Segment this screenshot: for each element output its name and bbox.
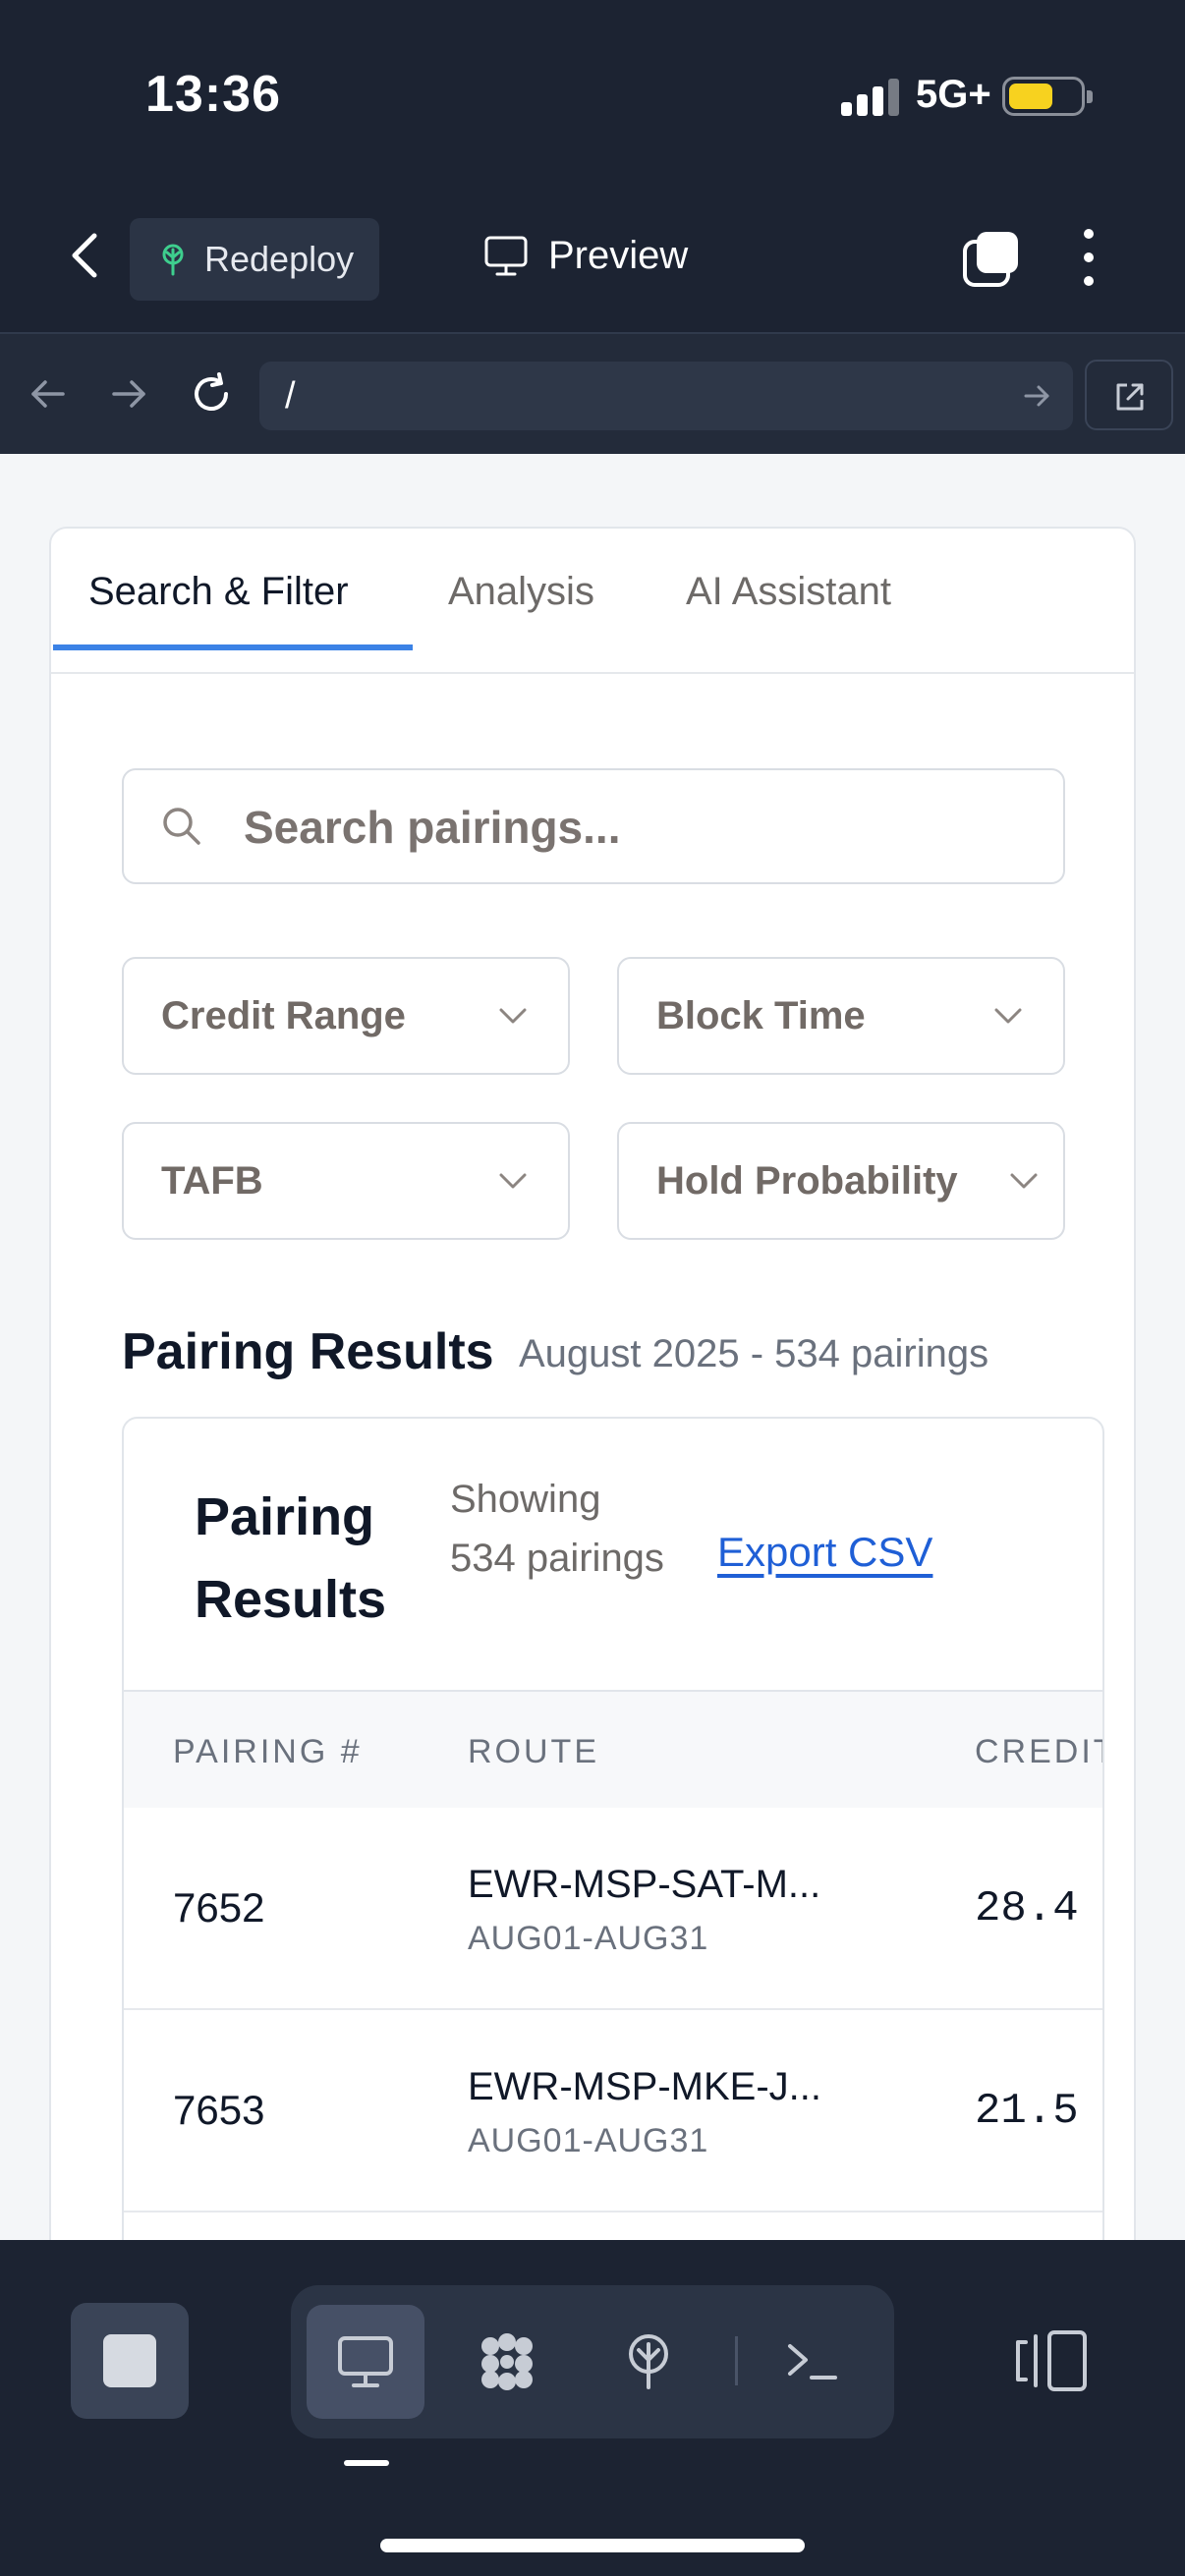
- results-table-card: Pairing Results Showing 534 pairings Exp…: [122, 1417, 1104, 2240]
- table-card-title: Pairing Results: [195, 1487, 387, 1629]
- browser-bar: /: [0, 332, 1185, 454]
- chevron-down-icon: [499, 1173, 527, 1189]
- view-switcher: [291, 2285, 894, 2438]
- results-heading: Pairing Results: [122, 1323, 494, 1380]
- back-chevron-icon[interactable]: [57, 226, 116, 285]
- agents-view-button[interactable]: [448, 2305, 566, 2419]
- pairing-number: 7652: [173, 1884, 265, 1931]
- search-box[interactable]: [122, 768, 1065, 884]
- hold-probability-dropdown[interactable]: Hold Probability: [617, 1122, 1065, 1240]
- external-link-icon: [1116, 383, 1144, 411]
- pairing-route: EWR-MSP-MKE-J...: [468, 2065, 821, 2108]
- tab-ai-assistant[interactable]: AI Assistant: [686, 570, 891, 614]
- table-header: PAIRING # ROUTE CREDIT: [124, 1690, 1102, 1808]
- signal-icon: [841, 77, 900, 116]
- deploy-tree-icon: [162, 244, 184, 276]
- deploy-tree-icon: [629, 2334, 668, 2389]
- nav-back-arrow-icon[interactable]: [24, 369, 73, 419]
- column-header-route[interactable]: ROUTE: [468, 1733, 599, 1771]
- results-subtitle: August 2025 - 534 pairings: [519, 1332, 989, 1375]
- stop-button[interactable]: [71, 2303, 189, 2419]
- deploy-view-button[interactable]: [590, 2305, 707, 2419]
- chevron-down-icon: [994, 1008, 1022, 1024]
- export-csv-link[interactable]: Export CSV: [717, 1529, 932, 1576]
- pairing-credit: 28.4: [975, 1884, 1079, 1933]
- go-arrow-icon[interactable]: [1020, 379, 1053, 413]
- pairing-credit: 21.5: [975, 2087, 1079, 2136]
- credit-range-dropdown[interactable]: Credit Range: [122, 957, 570, 1075]
- preview-label: Preview: [548, 234, 689, 277]
- url-text: /: [285, 375, 296, 417]
- side-panel-icon[interactable]: [1014, 2328, 1089, 2393]
- app-toolbar: Redeploy Preview: [0, 196, 1185, 332]
- stop-icon: [103, 2334, 156, 2387]
- pairing-route: EWR-MSP-SAT-M...: [468, 1863, 821, 1906]
- network-type: 5G+: [916, 73, 991, 116]
- column-header-pairing[interactable]: PAIRING #: [173, 1733, 363, 1771]
- tafb-label: TAFB: [161, 1159, 263, 1203]
- dock-divider: [735, 2336, 738, 2385]
- agents-cluster-icon: [481, 2333, 533, 2390]
- table-row[interactable]: 7653 EWR-MSP-MKE-J... AUG01-AUG31 21.5: [124, 2010, 1102, 2212]
- active-view-indicator: [344, 2460, 389, 2466]
- tab-search-filter[interactable]: Search & Filter: [88, 570, 349, 614]
- tab-analysis[interactable]: Analysis: [448, 570, 594, 614]
- status-time: 13:36: [145, 66, 281, 123]
- active-tab-indicator: [53, 644, 413, 650]
- tabs-icon[interactable]: [961, 228, 1022, 289]
- url-field[interactable]: /: [259, 362, 1073, 430]
- preview-button[interactable]: Preview: [483, 234, 688, 278]
- reload-icon[interactable]: [187, 369, 236, 419]
- block-time-dropdown[interactable]: Block Time: [617, 957, 1065, 1075]
- column-header-credit[interactable]: CREDIT: [975, 1733, 1102, 1771]
- console-view-button[interactable]: [753, 2305, 871, 2419]
- battery-icon: [1002, 77, 1093, 116]
- more-vertical-icon[interactable]: [1077, 226, 1100, 289]
- terminal-icon: [788, 2344, 837, 2380]
- credit-range-label: Credit Range: [161, 994, 406, 1037]
- pairing-number: 7653: [173, 2087, 265, 2133]
- open-external-button[interactable]: [1085, 360, 1173, 430]
- redeploy-label: Redeploy: [204, 239, 355, 279]
- search-icon: [163, 808, 200, 845]
- monitor-icon: [484, 236, 528, 275]
- home-indicator[interactable]: [380, 2539, 805, 2552]
- pairing-dates: AUG01-AUG31: [468, 2122, 709, 2159]
- search-input[interactable]: [244, 792, 1030, 863]
- web-page: Search & Filter Analysis AI Assistant Cr…: [0, 454, 1185, 2240]
- monitor-icon: [338, 2336, 393, 2387]
- tafb-dropdown[interactable]: TAFB: [122, 1122, 570, 1240]
- redeploy-button[interactable]: Redeploy: [130, 218, 379, 301]
- status-bar: 13:36 5G+: [0, 0, 1185, 196]
- tab-bar: Search & Filter Analysis AI Assistant: [51, 529, 1134, 674]
- block-time-label: Block Time: [656, 994, 866, 1037]
- showing-count: Showing 534 pairings: [450, 1478, 664, 1580]
- preview-view-button[interactable]: [307, 2305, 424, 2419]
- hold-probability-label: Hold Probability: [656, 1159, 958, 1203]
- bottom-dock: [0, 2240, 1185, 2576]
- chevron-down-icon: [499, 1008, 527, 1024]
- main-card: Search & Filter Analysis AI Assistant Cr…: [49, 527, 1136, 2240]
- table-row[interactable]: 7652 EWR-MSP-SAT-M... AUG01-AUG31 28.4: [124, 1808, 1102, 2010]
- nav-forward-arrow-icon[interactable]: [104, 369, 153, 419]
- chevron-down-icon: [1010, 1173, 1038, 1189]
- pairing-dates: AUG01-AUG31: [468, 1920, 709, 1957]
